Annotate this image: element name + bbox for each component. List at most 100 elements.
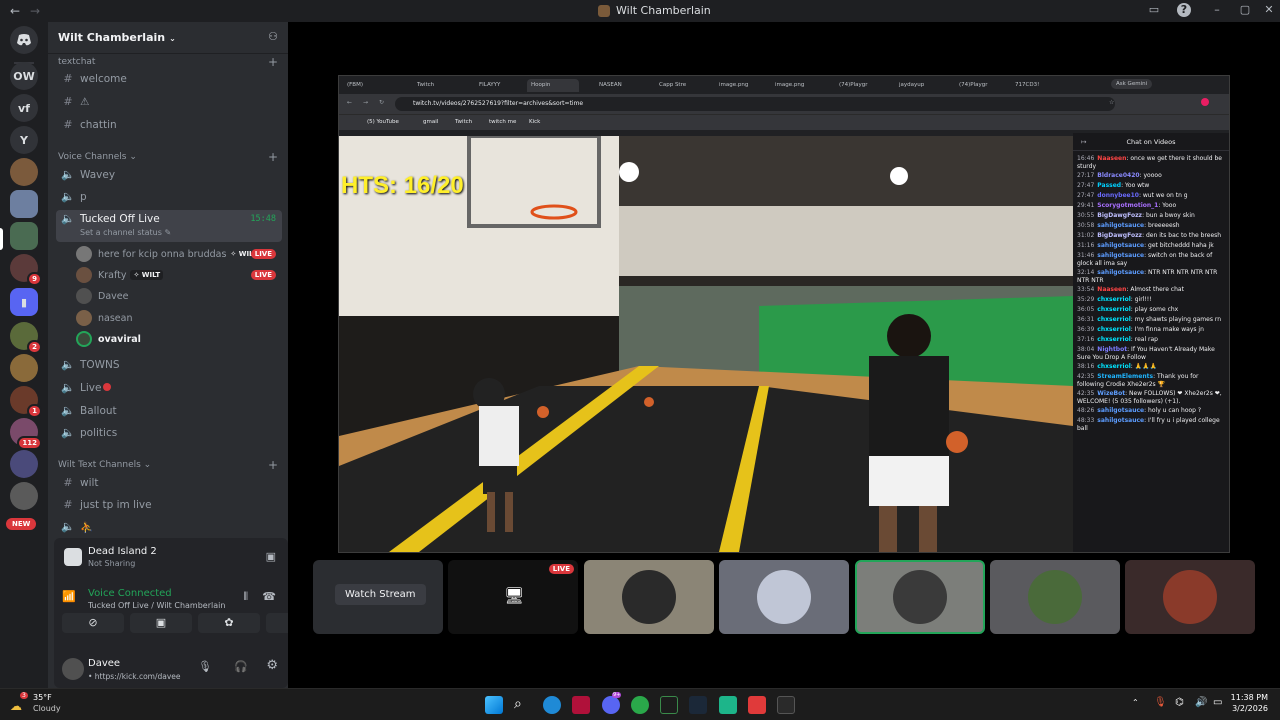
guild-vf[interactable]: vf [10,94,38,122]
chat-username[interactable]: Nightbot [1097,346,1127,353]
browser-tab[interactable]: FILAYYY [475,79,527,92]
channel-welcome[interactable]: # welcome [56,70,282,90]
chat-username[interactable]: StreamElements [1097,373,1153,380]
bookmark[interactable]: Twitch [455,119,472,125]
voice-user-5[interactable]: ovaviral [76,329,282,349]
back-arrow-icon[interactable]: ← [347,99,352,106]
close-icon[interactable]: ✕ [1262,3,1276,17]
browser-tab[interactable]: (FBM) [343,79,395,92]
chat-username[interactable]: Naaseen [1097,286,1126,293]
browser-tab[interactable]: jaydayup [895,79,947,92]
browser-tab[interactable]: image.png [715,79,767,92]
bookmark[interactable]: gmail [423,119,438,125]
bookmark[interactable]: (5) YouTube [367,119,399,125]
maximize-icon[interactable]: ▢ [1238,3,1252,17]
channel-p[interactable]: 🔈 p [56,188,282,208]
stream-browser-window[interactable]: (FBM) Twitch FILAYYY Hoopin NASEAN Capp … [338,75,1230,553]
screen-share-button[interactable]: ▣ [130,613,192,633]
app-icon[interactable] [572,696,590,714]
browser-tab[interactable]: image.png [771,79,823,92]
camera-off-button[interactable]: ⊘ [62,613,124,633]
browser-tab[interactable]: Twitch [413,79,465,92]
voice-user-2[interactable]: Krafty ✧ WILT LIVE [76,265,282,285]
minimize-icon[interactable]: – [1210,3,1224,17]
share-screen-icon[interactable]: ▣ [266,550,276,563]
category-textchat[interactable]: textchat + [58,55,280,69]
channel-wilt[interactable]: # wilt [56,474,282,494]
discord-taskbar-icon[interactable]: 9+ [602,692,622,714]
chat-username[interactable]: chxserriol [1097,306,1131,313]
participant-tile-speaking[interactable] [855,560,985,634]
noise-suppression-icon[interactable]: ⫴ [243,590,248,604]
ask-gemini-button[interactable]: Ask Gemini [1111,79,1153,89]
category-voice[interactable]: Voice Channels ⌄ + [58,150,280,164]
chat-username[interactable]: BigDawgFozz [1097,212,1142,219]
stream-tile[interactable]: LIVE 🖥 [448,560,578,634]
channel-towns[interactable]: 🔈 TOWNS [56,356,282,376]
chat-username[interactable]: Bldrace0420 [1097,172,1139,179]
guild-y[interactable]: Y [10,126,38,154]
participant-tile[interactable] [719,560,849,634]
chat-username[interactable]: WizeBot [1097,390,1125,397]
participant-tile[interactable] [1125,560,1255,634]
channel-chattin[interactable]: # chattin [56,116,282,136]
chat-username[interactable]: BigDawgFozz [1097,232,1142,239]
disconnect-icon[interactable]: ☎ [262,590,276,603]
battery-icon[interactable]: ▭ [1213,697,1222,708]
guild-avatar-7[interactable]: 112 [10,418,42,450]
chat-username[interactable]: sahilgotsauce [1097,252,1144,259]
channel-politics[interactable]: 🔈 politics [56,424,282,444]
chat-username[interactable]: sahilgotsauce [1097,242,1144,249]
server-header[interactable]: Wilt Chamberlain ⌄ ⚇ [48,22,288,54]
invite-people-icon[interactable]: ⚇ [268,30,278,43]
browser-tab[interactable]: (74)Playgr [955,79,1007,92]
participant-tile[interactable] [584,560,714,634]
chevron-up-icon[interactable]: ⌃ [1132,698,1139,707]
discord-home-icon[interactable] [10,26,38,54]
forward-arrow-icon[interactable]: → [363,99,368,106]
app-icon-3[interactable] [748,696,766,714]
category-wilt-text[interactable]: Wilt Text Channels ⌄ + [58,458,280,472]
add-channel-icon[interactable]: + [268,55,278,69]
back-arrow-icon[interactable]: ← [10,4,20,18]
folder-icon[interactable]: ▮ [10,288,38,316]
bookmark[interactable]: twitch me [489,119,516,125]
chat-username[interactable]: sahilgotsauce [1097,417,1144,424]
bookmark[interactable]: Kick [529,119,540,125]
browser-tab[interactable]: NASEAN [595,79,647,92]
chat-username[interactable]: chxserriol [1097,316,1131,323]
chat-username[interactable]: sahilgotsauce [1097,407,1144,414]
browser-tab[interactable]: Capp Stre [655,79,707,92]
guild-avatar-8[interactable] [10,450,38,478]
chat-username[interactable]: chxserriol [1097,336,1131,343]
guild-avatar-3[interactable]: 9 [10,254,42,286]
add-channel-icon[interactable]: + [268,150,278,164]
channel-wavey[interactable]: 🔈 Wavey [56,166,282,186]
help-icon[interactable]: ? [1177,3,1191,17]
network-icon[interactable]: ⌬ [1175,697,1184,708]
microphone-icon[interactable]: 🎙 [1154,697,1167,708]
voice-user-1[interactable]: here for kcip onna bruddas ✧ WILT LIVE [76,244,282,264]
browser-tab[interactable]: 717CD3! [1011,79,1063,92]
chat-username[interactable]: donnybee10 [1097,192,1139,199]
chat-username[interactable]: chxserriol [1097,363,1131,370]
url-field[interactable]: twitch.tv/videos/2762527619?filter=archi… [395,97,1115,111]
reload-icon[interactable]: ↻ [379,99,384,106]
chat-username[interactable]: chxserriol [1097,326,1131,333]
guild-ow[interactable]: OW [10,62,38,90]
edge-icon[interactable] [543,696,561,714]
participant-tile[interactable] [990,560,1120,634]
collapse-icon[interactable]: ↦ [1081,133,1086,151]
guild-avatar-9[interactable] [10,482,38,510]
steam-icon[interactable] [689,696,707,714]
forward-arrow-icon[interactable]: → [30,4,40,18]
watch-stream-button[interactable]: Watch Stream [335,584,426,605]
channel-ballout[interactable]: 🔈 Ballout [56,402,282,422]
channel-tucked-off-live[interactable]: 🔈 Tucked Off Live 15:48 Set a channel st… [56,210,282,242]
profile-icon[interactable] [1201,98,1209,106]
new-badge[interactable]: NEW [6,518,37,530]
gear-icon[interactable]: ⚙ [266,658,278,673]
guild-wilt[interactable] [10,222,38,250]
epic-icon[interactable] [777,696,795,714]
app-green-icon[interactable] [631,696,649,714]
